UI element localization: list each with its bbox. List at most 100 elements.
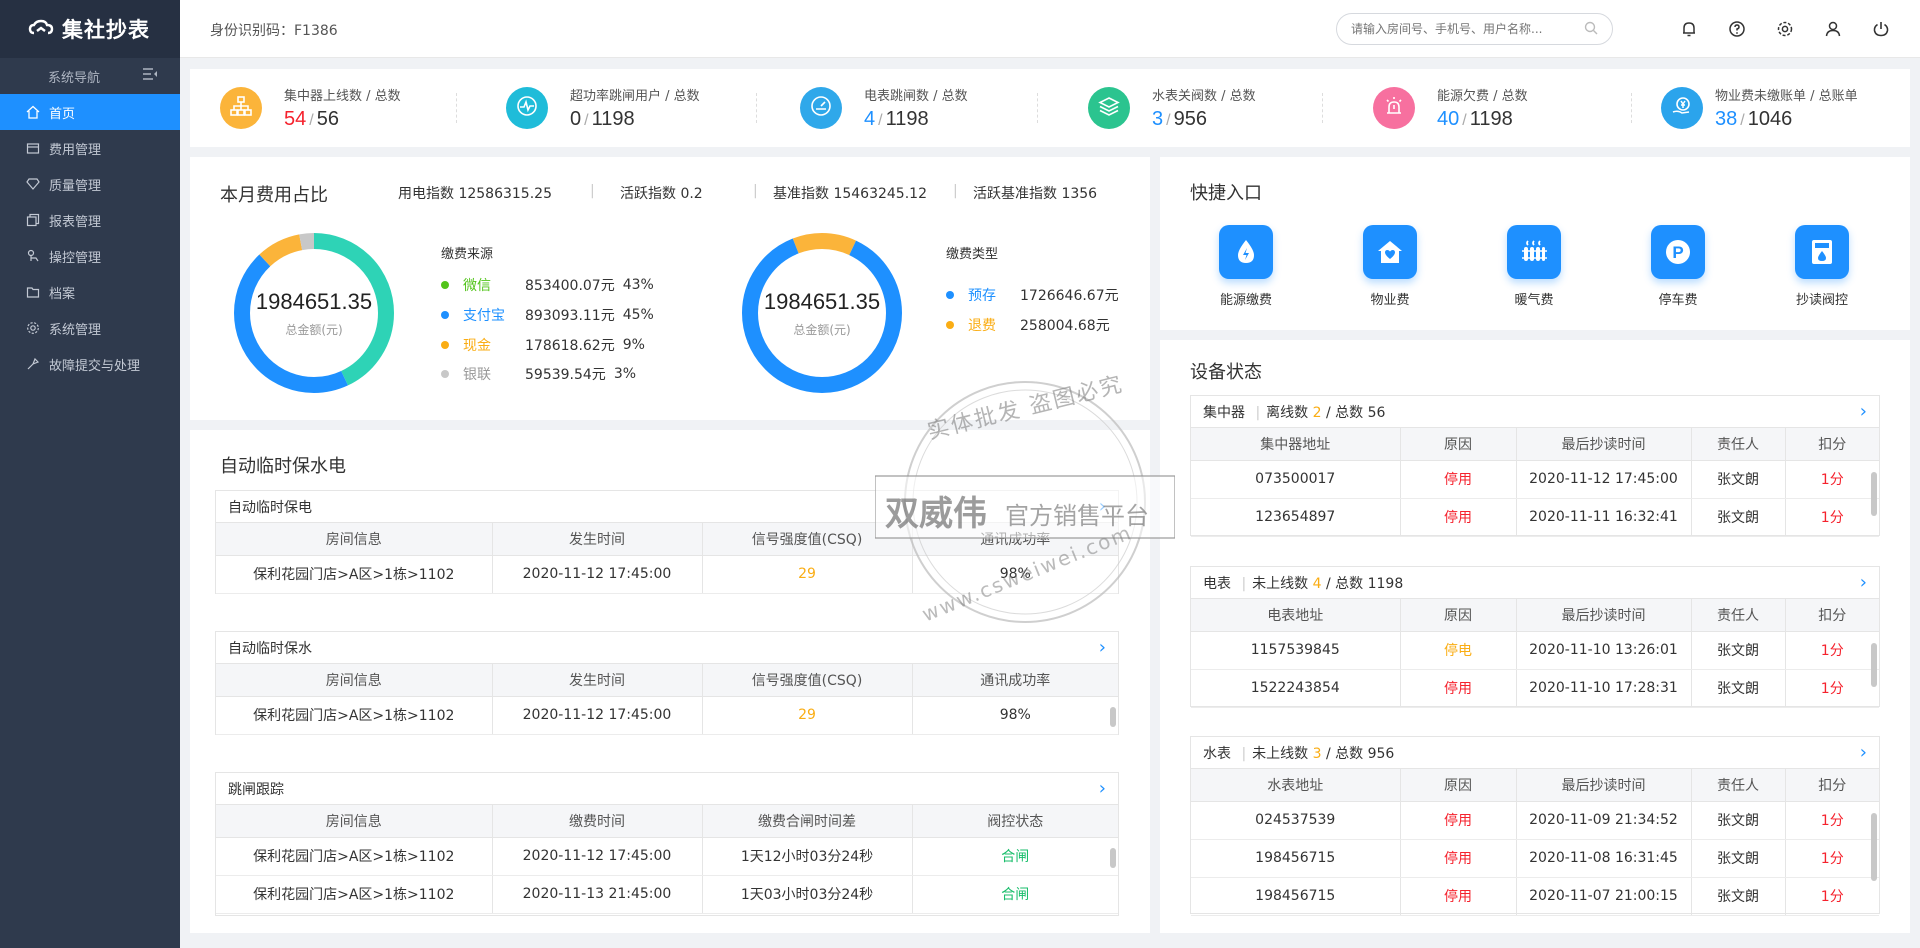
table-row[interactable]: 024537539 停用 2020-11-09 21:34:52 张文朗 1分 [1191,801,1879,840]
scrollbar[interactable] [1110,848,1116,868]
stat-water-valve[interactable]: 水表关阀数 / 总数 3/956 [1038,69,1323,147]
table-cell: 073500017 [1191,460,1401,499]
logo[interactable]: 集社抄表 [0,0,180,58]
scrollbar[interactable] [1110,707,1116,727]
stat-meter-trip[interactable]: 电表跳闸数 / 总数 4/1198 [757,69,1038,147]
table-row[interactable]: 123654897 停用 2020-11-11 16:32:41 张文朗 1分 [1191,498,1879,537]
table-cell: 2020-11-10 13:26:01 [1516,631,1692,670]
table-header-bar: 自动临时保电 › [216,491,1118,523]
index-active-base: 活跃基准指数 1356 [973,186,1098,202]
logo-text: 集社抄表 [62,18,150,42]
legend1-row-unionpay[interactable]: 银联 59539.54元 3% [441,364,636,384]
sidebar-item-home[interactable]: 首页 [0,94,180,130]
identity-code: 身份识别码：F1386 [210,23,338,39]
table-cell: 保利花园门店>A区>1栋>1102 [216,555,493,594]
table-row[interactable]: 保利花园门店>A区>1栋>1102 2020-11-12 17:45:00 29 98… [216,696,1118,735]
stat-property-bills[interactable]: 物业费未缴账单 / 总账单 38/1046 [1632,69,1910,147]
sidebar-item-report[interactable]: 报表管理 [0,202,180,238]
trip-tracking-grid: 房间信息 缴费时间 缴费合闸时间差 阀控状态 保利花园门店>A区>1栋>1102 202… [216,805,1118,914]
table-cell: 张文朗 [1691,669,1786,708]
quick-item-energy[interactable]: 能源缴费 [1186,225,1306,308]
metric-label: 未上线数 [1252,745,1309,762]
user-icon[interactable] [1822,18,1844,40]
stat-total: 1046 [1747,108,1793,130]
table-header-bar: 电表 | 未上线数 4 / 总数 1198 › [1191,567,1879,599]
legend-amount: 178618.62元 [525,338,615,354]
legend1-row-alipay[interactable]: 支付宝 893093.11元 45% [441,305,654,325]
stat-concentrator[interactable]: 集中器上线数 / 总数 54/56 [190,69,457,147]
sidebar-item-label: 档案 [49,286,76,302]
chevron-right-icon[interactable]: › [1099,778,1106,799]
legend2-row-refund[interactable]: 退费 258004.68元 [946,315,1118,335]
stat-label: 集中器上线数 / 总数 [284,89,401,104]
table-title: 水表 | 未上线数 3 / 总数 956 [1203,743,1394,763]
sidebar-item-control[interactable]: 操控管理 [0,238,180,274]
column-header: 扣分 [1785,428,1879,461]
table-row[interactable]: 保利花园门店>A区>1栋>1102 2020-11-12 17:45:00 1天12… [216,837,1118,876]
sidebar-item-system[interactable]: 系统管理 [0,310,180,346]
home-icon [25,105,40,120]
table-row[interactable]: 保利花园门店>A区>1栋>1102 2020-11-12 17:45:00 29 98… [216,555,1118,594]
quick-item-parking[interactable]: P 停车费 [1618,225,1738,308]
search-box[interactable] [1336,13,1613,45]
chevron-right-icon[interactable]: › [1099,496,1106,517]
chevron-right-icon[interactable]: › [1860,742,1867,763]
table-cell: 1天12小时03分24秒 [702,837,913,876]
help-icon[interactable] [1726,18,1748,40]
quick-item-label: 抄读阀控 [1795,293,1848,308]
stat-total: 56 [316,108,339,130]
table-cell: 张文朗 [1691,460,1786,499]
stat-icon-bg [220,87,262,129]
chevron-right-icon[interactable]: › [1860,572,1867,593]
table-cell: 合闸 [912,837,1118,876]
chevron-right-icon[interactable]: › [1099,637,1106,658]
collapse-menu-icon[interactable] [142,67,158,85]
scrollbar[interactable] [1871,813,1877,881]
legend2-row-prestore[interactable]: 预存 1726646.67元 [946,285,1127,305]
auto-title: 自动临时保水电 [220,456,346,477]
table-header-bar: 自动临时保水 › [216,632,1118,664]
power-icon[interactable] [1870,18,1892,40]
stat-energy-arrears[interactable]: 能源欠费 / 总数 40/1198 [1323,69,1632,147]
quick-item-heating[interactable]: 暖气费 [1474,225,1594,308]
quick-item-meter-control[interactable]: 抄读阀控 [1762,225,1882,308]
sidebar-item-archive[interactable]: 档案 [0,274,180,310]
sidebar-item-quality[interactable]: 质量管理 [0,166,180,202]
chevron-right-icon[interactable]: › [1860,401,1867,422]
bell-icon[interactable] [1678,18,1700,40]
sidebar-item-label: 首页 [49,106,76,122]
table-cell: 2020-11-09 21:34:52 [1516,801,1692,840]
table-row[interactable]: 198456715 停用 2020-11-08 16:31:45 张文朗 1分 [1191,839,1879,878]
legend1-row-cash[interactable]: 现金 178618.62元 9% [441,335,645,355]
quick-item-property[interactable]: 物业费 [1330,225,1450,308]
index-separator: | [590,183,595,199]
table-cell: 2020-11-10 17:28:31 [1516,669,1692,708]
stat-value: 4 [864,108,876,130]
table-cell: 停用 [1400,669,1517,708]
energy-drop-icon [1219,225,1273,279]
sidebar-item-fault[interactable]: 故障提交与处理 [0,346,180,382]
scrollbar[interactable] [1871,643,1877,687]
table-row[interactable]: 198456715 停用 2020-11-07 21:00:15 张文朗 1分 [1191,877,1879,916]
table-row[interactable]: 保利花园门店>A区>1栋>1102 2020-11-13 21:45:00 1天03… [216,875,1118,914]
sidebar-item-fee[interactable]: 费用管理 [0,130,180,166]
column-header: 水表地址 [1191,769,1401,802]
legend-pct: 9% [622,337,645,353]
table-cell: 29 [702,555,913,594]
search-icon[interactable] [1584,21,1598,38]
settings-icon[interactable] [1774,18,1796,40]
table-cell: 2020-11-08 16:31:45 [1516,839,1692,878]
legend1-row-wechat[interactable]: 微信 853400.07元 43% [441,275,654,295]
search-input[interactable] [1351,22,1561,36]
table-row[interactable]: 073500017 停用 2020-11-12 17:45:00 张文朗 1分 [1191,460,1879,499]
scrollbar[interactable] [1871,472,1877,516]
water-meter-table: 水表 | 未上线数 3 / 总数 956 › 水表地址 原因 最后抄读时间 责任人 扣分 … [1190,736,1880,916]
table-cell: 98% [912,696,1118,735]
table-row[interactable]: 1522243854 停用 2020-11-10 17:28:31 张文朗 1分 [1191,669,1879,708]
table-cell: 1天03小时03分24秒 [702,875,913,914]
alarm-icon [1382,94,1406,122]
stat-value: 38 [1715,108,1738,130]
meter-icon [1795,225,1849,279]
table-row[interactable]: 1157539845 停电 2020-11-10 13:26:01 张文朗 1分 [1191,631,1879,670]
stat-overpower[interactable]: 超功率跳闸用户 / 总数 0/1198 [457,69,757,147]
